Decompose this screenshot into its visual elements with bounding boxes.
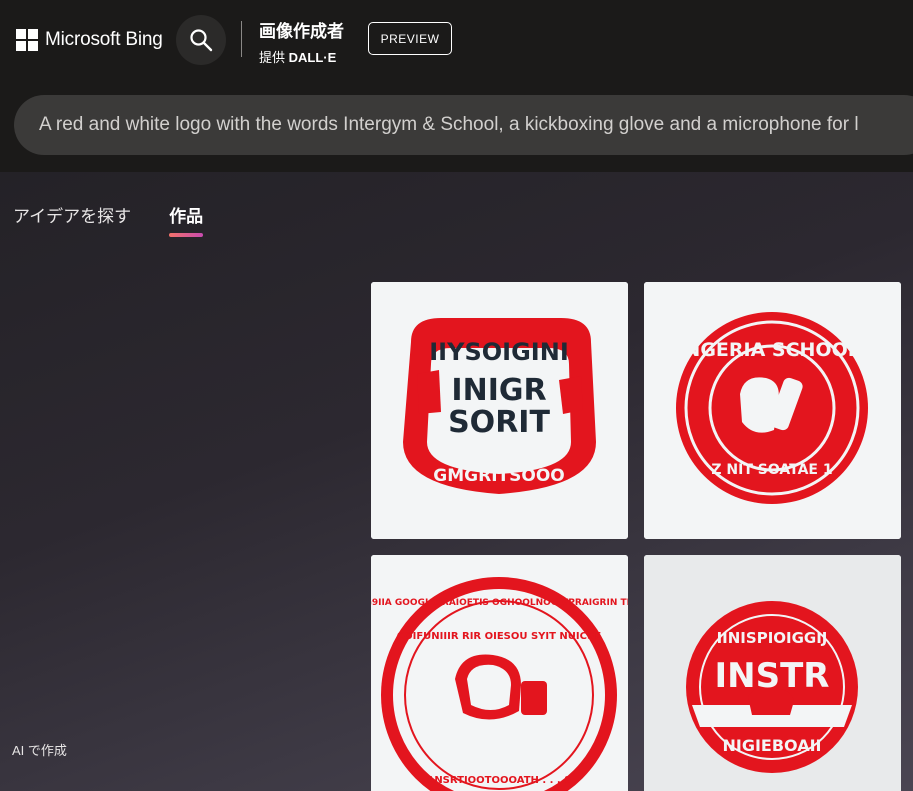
logo-1-mid-text-2: SORIT xyxy=(448,405,550,440)
top-header: Microsoft Bing 画像作成者 提供 DALL·E PREVIEW A… xyxy=(0,0,913,172)
page-title: 画像作成者 xyxy=(259,22,344,41)
ai-created-label: AI で作成 xyxy=(12,743,67,758)
header-divider xyxy=(241,21,242,57)
generated-image-4[interactable]: IINISPIOIGGIJ INSTR NIGIEBOAII xyxy=(644,555,901,791)
brand-logo[interactable]: Microsoft Bing xyxy=(16,28,163,52)
logo-3-inner-text: COIFUNIIIR RIR OIESOU SYIT NUICSE xyxy=(397,631,602,642)
search-button[interactable] xyxy=(176,15,226,65)
logo-1-bottom-text: GMGRITSOOO xyxy=(433,466,564,486)
microsoft-logo-icon xyxy=(16,29,38,51)
app-title-block: 画像作成者 提供 DALL·E xyxy=(259,17,344,66)
logo-2-top-text: INGERIA SCHOOM xyxy=(677,339,866,361)
generated-image-1[interactable]: IIYSOIGINI INIGR SORIT GMGRITSOOO xyxy=(371,282,628,539)
generated-logo-4: IINISPIOIGGIJ INSTR NIGIEBOAII xyxy=(644,555,901,791)
brand-name: Microsoft Bing xyxy=(45,29,163,50)
logo-2-bottom-text: Z NIT SOATAE 1 xyxy=(711,462,832,478)
logo-4-bottom-text: NIGIEBOAII xyxy=(722,736,821,755)
generated-image-2[interactable]: INGERIA SCHOOM Z NIT SOATAE 1 xyxy=(644,282,901,539)
generated-logo-3: G9IIA GOOGIAPRAIOETIS OGHOOLNOG VPRAIGRI… xyxy=(371,555,628,791)
generated-logo-1: IIYSOIGINI INIGR SORIT GMGRITSOOO xyxy=(371,282,628,539)
subtitle-prefix: 提供 xyxy=(259,50,286,65)
tab-creations[interactable]: 作品 xyxy=(169,202,204,238)
search-icon xyxy=(190,29,213,52)
generated-logo-2: INGERIA SCHOOM Z NIT SOATAE 1 xyxy=(644,282,901,539)
preview-button[interactable]: PREVIEW xyxy=(368,22,452,55)
logo-3-top-text: G9IIA GOOGIAPRAIOETIS OGHOOLNOG VPRAIGRI… xyxy=(371,598,628,608)
tab-bar: アイデアを探す 作品 xyxy=(13,202,241,238)
main-content: アイデアを探す 作品 IIYSOIGINI INIGR SORIT GMGRIT… xyxy=(0,172,913,791)
page-subtitle: 提供 DALL·E xyxy=(259,47,344,66)
prompt-input[interactable]: A red and white logo with the words Inte… xyxy=(14,95,913,155)
logo-1-mid-text-1: INIGR xyxy=(451,373,546,408)
logo-3-bottom-text: ANSRTIOOTOOOATH . . . S xyxy=(427,775,572,786)
logo-1-top-text: IIYSOIGINI xyxy=(429,338,569,366)
generated-image-3[interactable]: G9IIA GOOGIAPRAIOETIS OGHOOLNOG VPRAIGRI… xyxy=(371,555,628,791)
tab-explore-ideas[interactable]: アイデアを探す xyxy=(13,202,131,238)
prompt-text: A red and white logo with the words Inte… xyxy=(39,114,859,135)
logo-4-top-text: IINISPIOIGGIJ xyxy=(717,629,828,647)
subtitle-brand: DALL·E xyxy=(288,50,337,65)
